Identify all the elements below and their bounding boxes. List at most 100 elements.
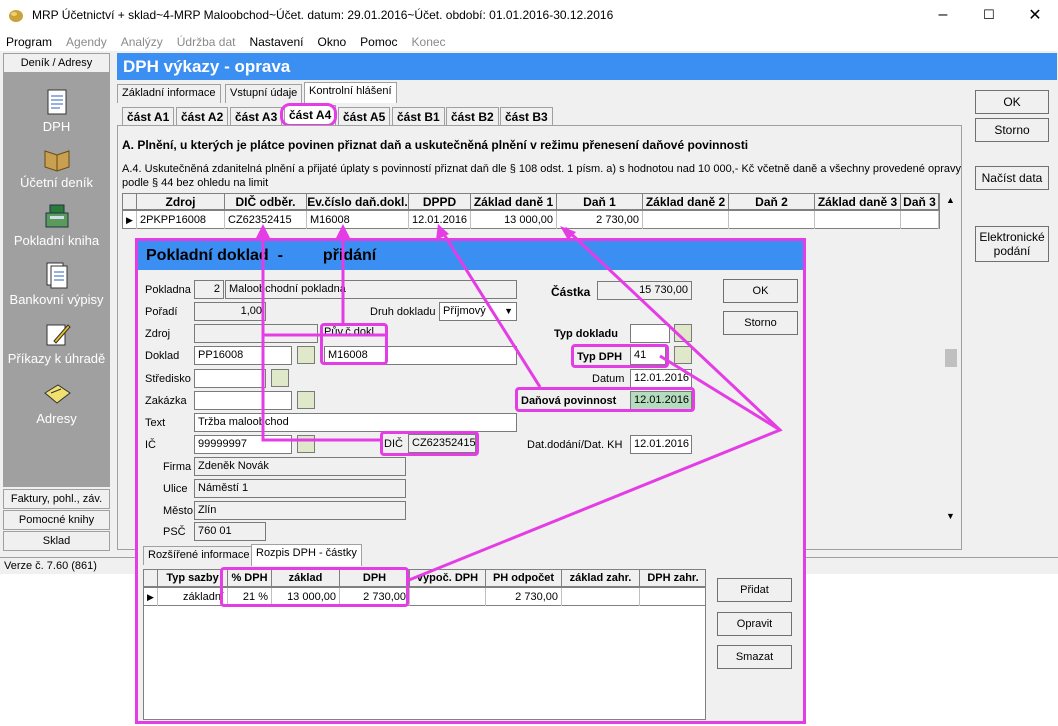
- zakazka-field[interactable]: [194, 391, 292, 410]
- sidebar-item-pokladni-kniha[interactable]: Pokladní kniha: [3, 201, 110, 248]
- cell-dic-odber[interactable]: CZ62352415: [225, 211, 307, 229]
- text-field[interactable]: Tržba maloobchod: [194, 413, 517, 432]
- table-row[interactable]: ▶ 2PKPP16008 CZ62352415 M16008 12.01.201…: [122, 210, 940, 229]
- grid-header-dan-2[interactable]: Daň 2: [729, 194, 815, 210]
- grid-header-ev-cislo[interactable]: Ev.číslo daň.dokl.: [307, 194, 409, 210]
- cell-zaklad-dane-1[interactable]: 13 000,00: [471, 211, 557, 229]
- grid-header-dic-odber[interactable]: DIČ odběr.: [225, 194, 307, 210]
- tab-kontrolni-hlaseni[interactable]: Kontrolní hlášení: [304, 82, 397, 103]
- sidebar-item-prikazy-k-uhrade[interactable]: Příkazy k úhradě: [3, 319, 110, 366]
- dat-dodani-field[interactable]: 12.01.2016: [630, 435, 692, 454]
- zakazka-picker-icon[interactable]: [297, 391, 315, 409]
- tab-rozpis-dph[interactable]: Rozpis DPH - částky: [251, 544, 362, 566]
- close-button[interactable]: ✕: [1012, 0, 1058, 30]
- sidebar-button-denik-adresy[interactable]: Deník / Adresy: [3, 53, 110, 73]
- zdroj-field[interactable]: [194, 324, 318, 343]
- dgrid-header-typ-sazby[interactable]: Typ sazby: [158, 570, 228, 586]
- minimize-button[interactable]: –: [920, 0, 966, 30]
- grid-header-dppd[interactable]: DPPD: [409, 194, 471, 210]
- sidebar-button-pomocne-knihy[interactable]: Pomocné knihy: [3, 510, 110, 530]
- psc-field[interactable]: 760 01: [194, 522, 266, 541]
- dcell-zaklad-zahr[interactable]: [562, 588, 640, 606]
- menu-nastaveni[interactable]: Nastavení: [249, 35, 303, 49]
- dialog-storno-button[interactable]: Storno: [723, 311, 798, 335]
- storno-button[interactable]: Storno: [975, 118, 1049, 142]
- cell-dppd[interactable]: 12.01.2016: [409, 211, 471, 229]
- dialog-ok-button[interactable]: OK: [723, 279, 798, 303]
- sidebar-item-adresy[interactable]: Adresy: [3, 379, 110, 426]
- cell-dan-1[interactable]: 2 730,00: [557, 211, 643, 229]
- grid-header-dan-3[interactable]: Daň 3: [901, 194, 939, 210]
- tab-rozsirene-informace[interactable]: Rozšířené informace: [143, 546, 255, 565]
- subtab-cast-b3[interactable]: část B3: [500, 107, 553, 127]
- ulice-field[interactable]: Náměstí 1: [194, 479, 406, 498]
- pridat-button[interactable]: Přidat: [717, 578, 792, 602]
- elektronicke-podani-button[interactable]: Elektronické podání: [975, 226, 1049, 262]
- cell-zaklad-dane-3[interactable]: [815, 211, 901, 229]
- dcell-vypoc-dph[interactable]: [410, 588, 486, 606]
- ic-field[interactable]: 99999997: [194, 435, 292, 454]
- subtab-cast-b1[interactable]: část B1: [392, 107, 445, 127]
- druh-dokladu-select[interactable]: Příjmový ▼: [439, 302, 517, 321]
- menu-udrzba-dat[interactable]: Údržba dat: [177, 35, 236, 49]
- subtab-cast-a1[interactable]: část A1: [122, 107, 175, 127]
- cell-zdroj[interactable]: 2PKPP16008: [137, 211, 225, 229]
- mesto-field[interactable]: Zlín: [194, 501, 406, 520]
- datum-field[interactable]: 12.01.2016: [630, 369, 692, 388]
- scroll-up-icon[interactable]: ▲: [946, 195, 955, 205]
- grid-header-dan-1[interactable]: Daň 1: [557, 194, 643, 210]
- nacist-data-button[interactable]: Načíst data: [975, 166, 1049, 190]
- sidebar-item-dph[interactable]: DPH: [3, 87, 110, 134]
- dgrid-header-vypoc-dph[interactable]: vypoč. DPH: [410, 570, 486, 586]
- smazat-button[interactable]: Smazat: [717, 645, 792, 669]
- subtab-cast-a2[interactable]: část A2: [176, 107, 229, 127]
- castka-field[interactable]: 15 730,00: [597, 281, 692, 300]
- vertical-scrollbar[interactable]: ▲ ▼: [943, 193, 959, 525]
- ok-button[interactable]: OK: [975, 90, 1049, 114]
- grid-header-zaklad-dane-2[interactable]: Základ daně 2: [643, 194, 729, 210]
- firma-field[interactable]: Zdeněk Novák: [194, 457, 406, 476]
- dgrid-header-dph-zahr[interactable]: DPH zahr.: [640, 570, 706, 586]
- dcell-dph-zahr[interactable]: [640, 588, 706, 606]
- tab-vstupni-udaje[interactable]: Vstupní údaje: [225, 84, 303, 103]
- grid-header-zaklad-dane-3[interactable]: Základ daně 3: [815, 194, 901, 210]
- cell-dan-2[interactable]: [729, 211, 815, 229]
- cell-dan-3[interactable]: [901, 211, 939, 229]
- menu-agendy[interactable]: Agendy: [66, 35, 107, 49]
- scroll-thumb[interactable]: [945, 349, 957, 367]
- menu-konec[interactable]: Konec: [412, 35, 446, 49]
- stredisko-picker-icon[interactable]: [271, 369, 289, 387]
- cell-zaklad-dane-2[interactable]: [643, 211, 729, 229]
- menu-analyzy[interactable]: Analýzy: [121, 35, 163, 49]
- typ-dph-picker-icon[interactable]: [674, 346, 692, 364]
- grid-header-zaklad-dane-1[interactable]: Základ daně 1: [471, 194, 557, 210]
- dgrid-header-ph-odpocet[interactable]: PH odpočet: [486, 570, 562, 586]
- cell-ev-cislo[interactable]: M16008: [307, 211, 409, 229]
- menu-okno[interactable]: Okno: [317, 35, 346, 49]
- sidebar-item-ucetni-denik[interactable]: Účetní deník: [3, 143, 110, 190]
- subtab-cast-a3[interactable]: část A3: [230, 107, 283, 127]
- stredisko-field[interactable]: [194, 369, 266, 388]
- sidebar-item-bankovni-vypisy[interactable]: Bankovní výpisy: [3, 260, 110, 307]
- pokladna-number-field[interactable]: 2: [194, 280, 224, 299]
- menu-pomoc[interactable]: Pomoc: [360, 35, 397, 49]
- poradi-field[interactable]: 1,00: [194, 302, 266, 321]
- scroll-down-icon[interactable]: ▼: [946, 511, 955, 521]
- dcell-typ-sazby[interactable]: základní: [158, 588, 228, 606]
- doklad-field[interactable]: PP16008: [194, 346, 292, 365]
- pokladna-name-field[interactable]: Maloobchodní pokladna: [225, 280, 517, 299]
- sidebar-button-sklad[interactable]: Sklad: [3, 531, 110, 551]
- subtab-cast-a5[interactable]: část A5: [338, 107, 391, 127]
- menu-program[interactable]: Program: [6, 35, 52, 49]
- sidebar-button-faktury[interactable]: Faktury, pohl., záv.: [3, 489, 110, 509]
- ic-picker-icon[interactable]: [297, 435, 315, 453]
- typ-dokladu-field[interactable]: [630, 324, 670, 343]
- grid-header-zdroj[interactable]: Zdroj: [137, 194, 225, 210]
- subtab-cast-b2[interactable]: část B2: [446, 107, 499, 127]
- tab-zakladni-informace[interactable]: Základní informace: [117, 84, 221, 103]
- dgrid-header-zaklad-zahr[interactable]: základ zahr.: [562, 570, 640, 586]
- dcell-ph-odpocet[interactable]: 2 730,00: [486, 588, 562, 606]
- opravit-button[interactable]: Opravit: [717, 612, 792, 636]
- maximize-button[interactable]: ☐: [966, 0, 1012, 30]
- typ-dokladu-picker-icon[interactable]: [674, 324, 692, 342]
